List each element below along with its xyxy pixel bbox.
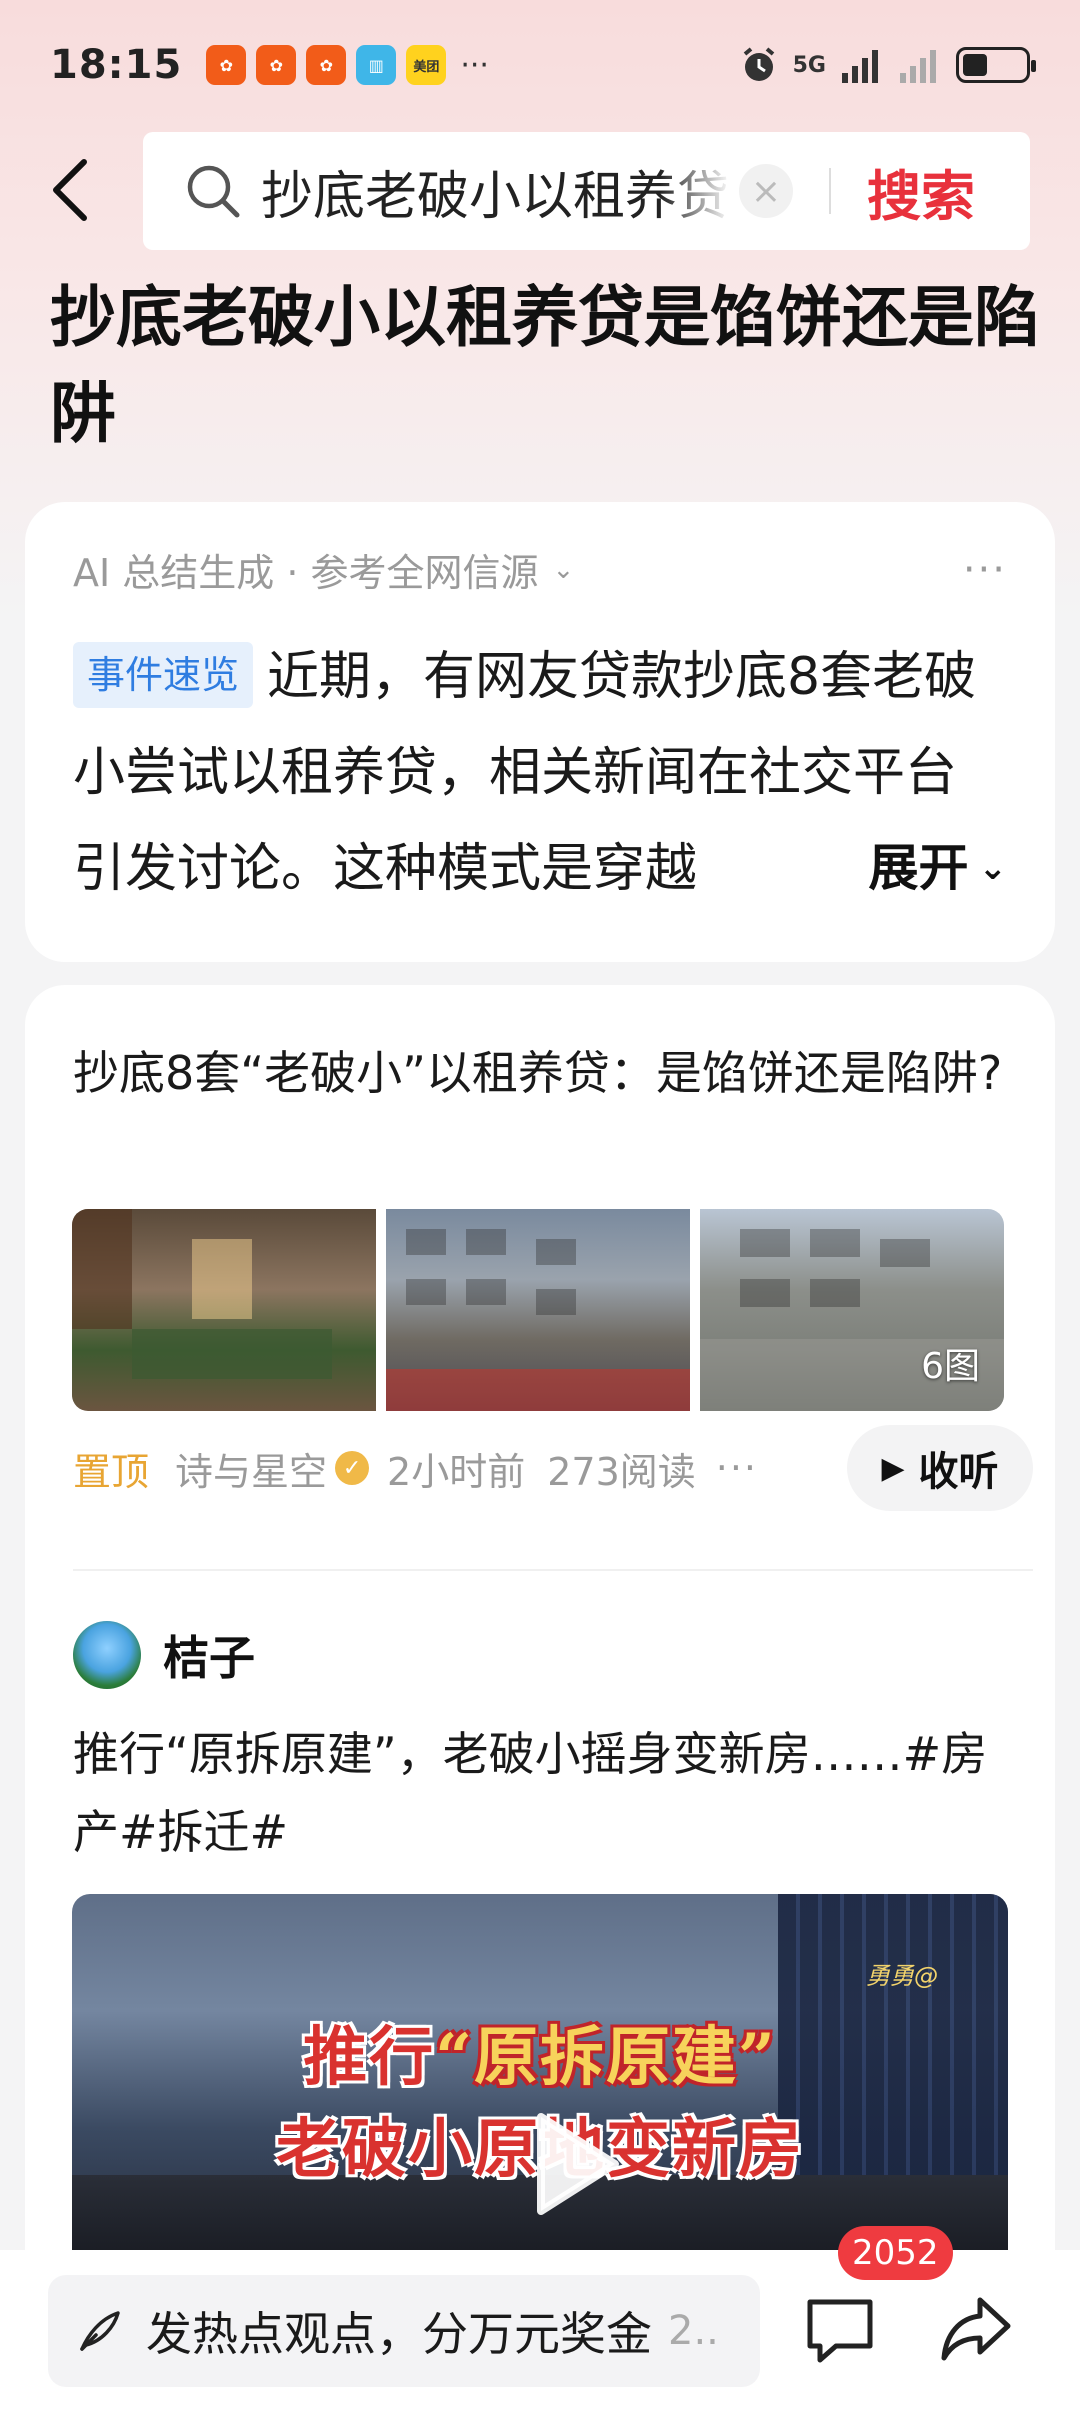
search-divider [829,168,831,214]
divider [73,1569,1033,1571]
share-icon [941,2297,1011,2361]
video-caption-line1-b: “原拆原建” [435,2020,777,2095]
author-name[interactable]: 诗与星空 [175,1441,327,1496]
feed-card: 抄底8套“老破小”以租养贷：是馅饼还是陷阱? 6图 置顶 诗与星空 ✓ 2小时前… [25,985,1055,2285]
post-text[interactable]: 推行“原拆原建”，老破小摇身变新房……#房产#拆迁# [73,1715,1023,1871]
ai-source-label: AI 总结生成 · 参考全网信源 [73,551,539,595]
share-button[interactable] [936,2288,1016,2368]
image-count: 6图 [921,1346,980,1387]
video-watermark: 勇勇@ [866,1962,938,1990]
bottom-bar: 发热点观点，分万元奖金 2.. 2052 [0,2226,1080,2412]
back-button[interactable] [40,150,100,230]
listen-button[interactable]: ▶ 收听 [847,1425,1033,1511]
battery-icon [956,47,1036,83]
status-right: 5G [739,45,1036,85]
comment-placeholder-truncation: 2.. [668,2308,719,2354]
play-button[interactable] [518,2109,628,2219]
comment-placeholder: 发热点观点，分万元奖金 [146,2307,652,2361]
ai-summary-body: 事件速览 近期，有网友贷款抄底8套老破小尝试以租养贷，相关新闻在社交平台引发讨论。… [73,629,1007,917]
article-image-1[interactable] [72,1209,376,1411]
page-title: 抄底老破小以租养贷是馅饼还是陷阱 [50,279,1040,452]
status-time: 18:15 [50,42,183,88]
search-button[interactable]: 搜索 [867,152,975,231]
more-options-icon[interactable]: ··· [963,547,1007,593]
pin-label: 置顶 [73,1449,150,1494]
video-caption-line1-a: 推行 [303,2020,436,2095]
article-image-2[interactable] [386,1209,690,1411]
chevron-down-icon[interactable]: ⌄ [553,555,575,585]
comments-button[interactable] [800,2290,880,2370]
comment-input[interactable]: 发热点观点，分万元奖金 2.. [48,2275,760,2387]
clear-search-button[interactable]: × [739,164,793,218]
event-tag: 事件速览 [73,642,254,708]
verified-icon: ✓ [335,1451,370,1485]
play-icon [537,2113,619,2215]
expand-button[interactable]: 展开 ⌄ [788,833,1007,903]
app-icon-2: ✿ [256,45,297,85]
notification-icons: ✿ ✿ ✿ ▥ 美团 [206,45,447,85]
search-icon [187,165,240,218]
article-image-3[interactable]: 6图 [700,1209,1004,1411]
article-meta: 置顶 诗与星空 ✓ 2小时前 273阅读 ··· ▶ 收听 [73,1425,1033,1511]
ai-summary-header: AI 总结生成 · 参考全网信源 ⌄ ··· [73,542,1007,597]
comment-count-badge: 2052 [838,2226,953,2280]
signal-icon [842,50,878,83]
chevron-left-icon [53,159,87,221]
comment-icon [807,2299,873,2363]
pen-icon [80,2311,120,2351]
video-caption-line1: 推行“原拆原建” [72,2006,1008,2098]
meituan-icon: 美团 [406,45,447,85]
search-box[interactable]: 抄底老破小以租养贷是馅饼还是陷阱 × 搜索 [143,132,1030,250]
alarm-icon [743,47,774,81]
signal-2-icon [900,50,936,83]
expand-label: 展开 [868,839,969,897]
search-input[interactable]: 抄底老破小以租养贷是馅饼还是陷阱 [261,154,731,229]
article-time: 2小时前 [387,1449,526,1494]
listen-label: 收听 [918,1449,999,1495]
reader-icon: ▥ [356,45,397,85]
ai-summary-card[interactable]: AI 总结生成 · 参考全网信源 ⌄ ··· 事件速览 近期，有网友贷款抄底8套老… [25,502,1055,962]
post-header[interactable]: 桔子 [73,1621,255,1689]
avatar[interactable] [73,1621,141,1689]
more-options-icon[interactable]: ··· [716,1446,758,1490]
article-images[interactable]: 6图 [72,1209,1004,1411]
status-more-icon: ··· [460,47,489,83]
network-label: 5G [792,52,826,78]
chevron-down-icon: ⌄ [978,848,1008,888]
status-bar: 18:15 ✿ ✿ ✿ ▥ 美团 ··· 5G [0,0,1080,130]
article-reads: 273阅读 [547,1449,696,1494]
play-icon: ▶ [881,1450,905,1486]
app-icon-1: ✿ [206,45,247,85]
post-username[interactable]: 桔子 [163,1622,255,1688]
app-icon-3: ✿ [306,45,347,85]
article-title[interactable]: 抄底8套“老破小”以租养贷：是馅饼还是陷阱? [73,1033,1013,1113]
